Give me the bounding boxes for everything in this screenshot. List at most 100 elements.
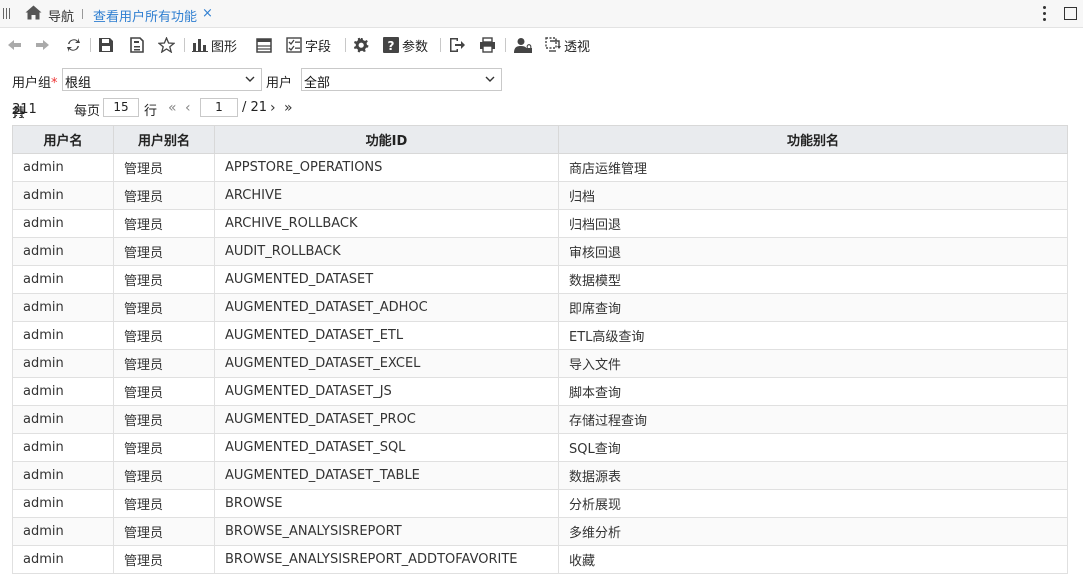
user-select[interactable]: 全部 [301, 68, 502, 91]
maximize-icon[interactable] [1064, 7, 1077, 20]
param-label: 参数 [402, 39, 429, 55]
user-permission-button[interactable] [514, 36, 532, 54]
toolbar-divider [90, 38, 91, 52]
function-table: 用户名 用户别名 功能ID 功能别名 admin 管理员 APPSTORE_OPER… [12, 125, 1068, 574]
last-page-icon[interactable]: » [284, 100, 293, 116]
cell-user-alias: 管理员 [113, 377, 215, 406]
chart-button[interactable]: 图形 [192, 36, 238, 55]
table-row[interactable]: admin 管理员 ARCHIVE 归档 [12, 181, 1068, 210]
cell-user-alias: 管理员 [113, 517, 215, 546]
forward-button[interactable] [35, 36, 50, 54]
current-page-input[interactable]: 1 [200, 98, 238, 117]
back-button[interactable] [7, 36, 22, 54]
table-row[interactable]: admin 管理员 APPSTORE_OPERATIONS 商店运维管理 [12, 153, 1068, 182]
tab-close-icon[interactable]: × [202, 6, 213, 21]
prev-page-icon[interactable]: ‹ [185, 100, 191, 116]
next-page-icon[interactable]: › [270, 100, 276, 116]
home-icon[interactable] [25, 5, 42, 20]
column-header-function-id[interactable]: 功能ID [214, 125, 559, 154]
tab-nav-label[interactable]: 导航 [48, 6, 74, 25]
table-row[interactable]: admin 管理员 AUGMENTED_DATASET_ETL ETL高级查询 [12, 321, 1068, 350]
param-button[interactable]: ? 参数 [383, 36, 429, 55]
table-row[interactable]: admin 管理员 AUGMENTED_DATASET_ADHOC 即席查询 [12, 293, 1068, 322]
table-row[interactable]: admin 管理员 BROWSE_ANALYSISREPORT 多维分析 [12, 517, 1068, 546]
total-pages-text: / 21 [242, 100, 268, 115]
cell-username: admin [12, 181, 114, 210]
table-row[interactable]: admin 管理员 AUGMENTED_DATASET_SQL SQL查询 [12, 433, 1068, 462]
cell-user-alias: 管理员 [113, 489, 215, 518]
table-row[interactable]: admin 管理员 AUGMENTED_DATASET_EXCEL 导入文件 [12, 349, 1068, 378]
cell-user-alias: 管理员 [113, 293, 215, 322]
field-icon [286, 37, 302, 53]
first-page-icon[interactable]: « [168, 100, 177, 116]
cell-user-alias: 管理员 [113, 321, 215, 350]
user-group-value: 根组 [65, 76, 92, 91]
cell-function-alias: 归档回退 [558, 209, 1068, 238]
more-vertical-icon[interactable] [1040, 5, 1050, 23]
cell-function-id: AUGMENTED_DATASET_ADHOC [214, 293, 559, 322]
cell-function-id: AUGMENTED_DATASET_PROC [214, 405, 559, 434]
cell-user-alias: 管理员 [113, 349, 215, 378]
print-icon [480, 37, 495, 53]
settings-gear-icon [354, 37, 369, 53]
field-label: 字段 [305, 39, 332, 55]
table-row[interactable]: admin 管理员 BROWSE 分析展现 [12, 489, 1068, 518]
save-button[interactable] [98, 36, 114, 54]
column-header-username[interactable]: 用户名 [12, 125, 114, 154]
table-row[interactable]: admin 管理员 BROWSE_ANALYSISREPORT_ADDTOFAVOR… [12, 545, 1068, 574]
refresh-button[interactable] [66, 36, 81, 54]
pivot-button[interactable]: 透视 [545, 36, 590, 55]
cell-function-id: AUGMENTED_DATASET_ETL [214, 321, 559, 350]
field-button[interactable]: 字段 [286, 36, 332, 55]
cell-username: admin [12, 545, 114, 574]
save-as-button[interactable] [129, 36, 145, 54]
cell-user-alias: 管理员 [113, 265, 215, 294]
table-row[interactable]: admin 管理员 AUDIT_ROLLBACK 审核回退 [12, 237, 1068, 266]
cell-username: admin [12, 377, 114, 406]
help-param-icon: ? [383, 37, 399, 53]
cell-function-alias: 脚本查询 [558, 377, 1068, 406]
table-row[interactable]: admin 管理员 AUGMENTED_DATASET 数据模型 [12, 265, 1068, 294]
tab-bar: 导航 查看用户所有功能 × [0, 0, 1083, 28]
table-button[interactable] [256, 36, 272, 54]
user-group-select[interactable]: 根组 [62, 68, 262, 91]
table-row[interactable]: admin 管理员 ARCHIVE_ROLLBACK 归档回退 [12, 209, 1068, 238]
table-row[interactable]: admin 管理员 AUGMENTED_DATASET_TABLE 数据源表 [12, 461, 1068, 490]
chart-label: 图形 [211, 39, 238, 55]
favorite-button[interactable] [158, 36, 175, 54]
menu-grip-icon[interactable] [3, 8, 11, 20]
save-icon [99, 38, 113, 52]
cell-username: admin [12, 489, 114, 518]
cell-function-alias: SQL查询 [558, 433, 1068, 462]
cell-function-alias: 分析展现 [558, 489, 1068, 518]
cell-function-id: ARCHIVE_ROLLBACK [214, 209, 559, 238]
required-mark: * [51, 76, 58, 91]
column-header-user-alias[interactable]: 用户别名 [113, 125, 215, 154]
column-header-function-alias[interactable]: 功能别名 [558, 125, 1068, 154]
cell-function-alias: 多维分析 [558, 517, 1068, 546]
cell-function-id: AUGMENTED_DATASET_JS [214, 377, 559, 406]
pagination-bar: 共 311 行 每页 15 行 « ‹ 1 / 21 › » [12, 98, 293, 121]
per-page-input[interactable]: 15 [103, 98, 139, 117]
chart-icon [192, 39, 208, 52]
save-as-icon [130, 37, 144, 53]
cell-function-id: AUDIT_ROLLBACK [214, 237, 559, 266]
cell-function-alias: 即席查询 [558, 293, 1068, 322]
cell-function-id: AUGMENTED_DATASET_TABLE [214, 461, 559, 490]
user-label: 用户 [266, 76, 293, 91]
table-row[interactable]: admin 管理员 AUGMENTED_DATASET_PROC 存储过程查询 [12, 405, 1068, 434]
cell-user-alias: 管理员 [113, 433, 215, 462]
cell-function-alias: 数据模型 [558, 265, 1068, 294]
cell-function-alias: 存储过程查询 [558, 405, 1068, 434]
settings-button[interactable] [353, 36, 369, 54]
cell-function-id: APPSTORE_OPERATIONS [214, 153, 559, 182]
export-button[interactable] [449, 36, 466, 54]
cell-username: admin [12, 461, 114, 490]
table-row[interactable]: admin 管理员 AUGMENTED_DATASET_JS 脚本查询 [12, 377, 1068, 406]
print-button[interactable] [479, 36, 496, 54]
toolbar-divider [345, 38, 346, 52]
cell-user-alias: 管理员 [113, 181, 215, 210]
tab-active-label[interactable]: 查看用户所有功能 [93, 6, 197, 25]
cell-function-alias: 导入文件 [558, 349, 1068, 378]
cell-function-alias: 归档 [558, 181, 1068, 210]
